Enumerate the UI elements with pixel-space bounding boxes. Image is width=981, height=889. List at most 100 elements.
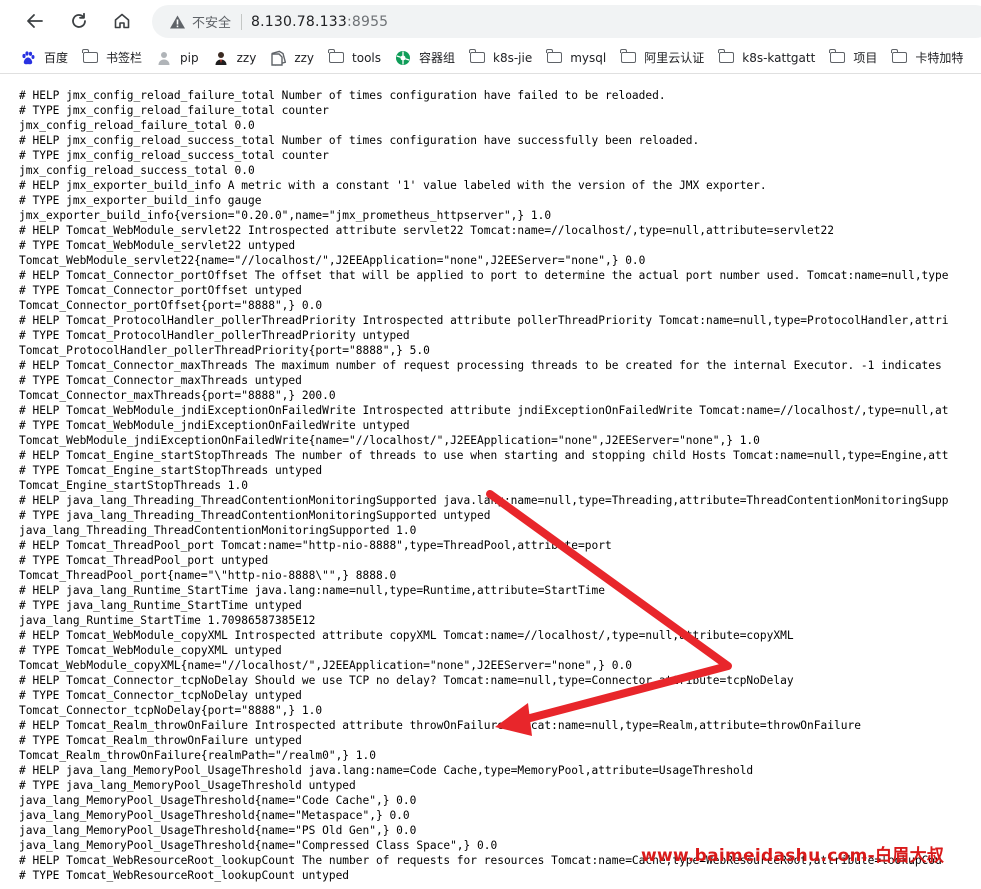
- metric-comment-line: # HELP jmx_config_reload_success_total N…: [19, 134, 700, 147]
- home-icon: [114, 13, 130, 29]
- metric-comment-line: # TYPE Tomcat_ThreadPool_port untyped: [19, 554, 269, 567]
- metric-value-line: Tomcat_Connector_portOffset{port="8888",…: [19, 299, 323, 312]
- bookmark-folder-katejiate[interactable]: 卡特加特: [885, 45, 971, 71]
- folder-icon: [718, 49, 734, 66]
- bookmark-label: k8s-kattgatt: [742, 50, 816, 65]
- back-arrow-icon: [27, 14, 43, 28]
- metric-comment-line: # HELP Tomcat_Connector_portOffset The o…: [19, 269, 949, 282]
- metric-value-line: jmx_config_reload_failure_total 0.0: [19, 119, 255, 132]
- security-label[interactable]: 不安全: [192, 12, 231, 31]
- metric-value-line: java_lang_MemoryPool_UsageThreshold{name…: [19, 809, 410, 822]
- metric-comment-line: # HELP Tomcat_WebModule_servlet22 Intros…: [19, 224, 834, 237]
- metric-value-line: Tomcat_ThreadPool_port{name="\"http-nio-…: [19, 569, 397, 582]
- metric-value-line: Tomcat_Connector_maxThreads{port="8888",…: [19, 389, 336, 402]
- metric-value-line: jmx_config_reload_success_total 0.0: [19, 164, 255, 177]
- bookmark-folder-mysql[interactable]: mysql: [540, 45, 614, 71]
- bookmark-page-icon: [270, 50, 287, 66]
- folder-icon: [81, 49, 98, 66]
- folder-icon: [829, 49, 845, 66]
- metric-value-line: Tomcat_ProtocolHandler_pollerThreadPrior…: [19, 344, 430, 357]
- metric-value-line: Tomcat_Engine_startStopThreads 1.0: [19, 479, 249, 492]
- metric-comment-line: # TYPE Tomcat_Connector_portOffset untyp…: [19, 284, 302, 297]
- address-bar[interactable]: 不安全 8.130.78.133:8955: [152, 5, 981, 38]
- bookmark-label: k8s-jie: [493, 50, 533, 65]
- warning-triangle-icon[interactable]: [168, 13, 186, 31]
- metric-comment-line: # TYPE Tomcat_Connector_maxThreads untyp…: [19, 374, 302, 387]
- home-button[interactable]: [109, 8, 135, 34]
- baidu-paw-icon: [20, 50, 36, 66]
- url-host[interactable]: 8.130.78.133: [251, 14, 347, 30]
- metric-comment-line: # TYPE java_lang_Threading_ThreadContent…: [19, 509, 491, 522]
- bookmark-label: 项目: [853, 51, 878, 65]
- bookmark-folder-k8s-kattgatt[interactable]: k8s-kattgatt: [712, 45, 823, 71]
- bookmark-label: tools: [352, 50, 381, 65]
- bookmark-label: zzy: [294, 50, 315, 65]
- metric-comment-line: # TYPE java_lang_Runtime_StartTime untyp…: [19, 599, 302, 612]
- metric-value-line: Tomcat_WebModule_copyXML{name="//localho…: [19, 659, 632, 672]
- metric-value-line: Tomcat_WebModule_jndiExceptionOnFailedWr…: [19, 434, 760, 447]
- bookmark-zzy-2[interactable]: zzy: [264, 45, 322, 71]
- metric-comment-line: # TYPE Tomcat_ProtocolHandler_pollerThre…: [19, 329, 410, 342]
- bookmark-pip[interactable]: pip: [150, 45, 207, 71]
- bookmark-label: 容器组: [419, 51, 456, 65]
- bookmark-folder-shuqianlan[interactable]: 书签栏: [76, 45, 150, 71]
- metric-comment-line: # HELP jmx_config_reload_failure_total N…: [19, 89, 666, 102]
- metric-comment-line: # HELP Tomcat_Connector_tcpNoDelay Shoul…: [19, 674, 794, 687]
- metric-comment-line: # HELP Tomcat_Realm_throwOnFailure Intro…: [19, 719, 861, 732]
- metrics-text: # HELP jmx_config_reload_failure_total N…: [0, 74, 981, 883]
- metric-value-line: Tomcat_Realm_throwOnFailure{realmPath="/…: [19, 749, 376, 762]
- watermark-text: www.baimeidashu.com-白眉大叔: [641, 846, 945, 866]
- metric-comment-line: # HELP Tomcat_ThreadPool_port Tomcat:nam…: [19, 539, 612, 552]
- metric-value-line: java_lang_MemoryPool_UsageThreshold{name…: [19, 794, 417, 807]
- metric-comment-line: # TYPE jmx_config_reload_success_total c…: [19, 149, 329, 162]
- metric-comment-line: # TYPE Tomcat_WebModule_jndiExceptionOnF…: [19, 419, 410, 432]
- page-content: # HELP jmx_config_reload_failure_total N…: [0, 74, 981, 889]
- avatar-icon: [213, 50, 229, 66]
- metric-comment-line: # HELP Tomcat_Engine_startStopThreads Th…: [19, 449, 949, 462]
- bookmark-folder-aliyun[interactable]: 阿里云认证: [614, 45, 712, 71]
- metric-comment-line: # TYPE Tomcat_Connector_tcpNoDelay untyp…: [19, 689, 302, 702]
- metric-comment-line: # TYPE Tomcat_WebResourceRoot_lookupCoun…: [19, 869, 350, 882]
- metric-comment-line: # HELP Tomcat_WebModule_jndiExceptionOnF…: [19, 404, 949, 417]
- metric-comment-line: # HELP java_lang_MemoryPool_UsageThresho…: [19, 764, 754, 777]
- metric-value-line: Tomcat_WebModule_servlet22{name="//local…: [19, 254, 646, 267]
- metric-value-line: jmx_exporter_build_info{version="0.20.0"…: [19, 209, 552, 222]
- bookmark-label: pip: [180, 50, 199, 65]
- bookmark-zzy-1[interactable]: zzy: [207, 45, 265, 71]
- bookmark-folder-k8s-jie[interactable]: k8s-jie: [463, 45, 540, 71]
- folder-icon: [327, 49, 344, 66]
- folder-icon: [468, 49, 485, 66]
- metric-comment-line: # HELP Tomcat_WebModule_copyXML Introspe…: [19, 629, 794, 642]
- reload-button[interactable]: [66, 8, 92, 34]
- metric-comment-line: # HELP jmx_exporter_build_info A metric …: [19, 179, 767, 192]
- bookmark-folder-xiangmu[interactable]: 项目: [823, 45, 885, 71]
- metric-value-line: java_lang_Runtime_StartTime 1.7098658738…: [19, 614, 316, 627]
- metric-value-line: java_lang_MemoryPool_UsageThreshold{name…: [19, 824, 417, 837]
- bookmark-label: zzy: [236, 50, 257, 65]
- metric-comment-line: # TYPE jmx_config_reload_failure_total c…: [19, 104, 329, 117]
- folder-icon: [546, 49, 562, 66]
- metric-comment-line: # TYPE jmx_exporter_build_info gauge: [19, 194, 262, 207]
- bookmark-label: 百度: [44, 51, 69, 65]
- bookmark-label: 卡特加特: [915, 51, 964, 65]
- metric-comment-line: # TYPE Tomcat_WebModule_copyXML untyped: [19, 644, 282, 657]
- metric-value-line: java_lang_Threading_ThreadContentionMoni…: [19, 524, 417, 537]
- bookmark-rongqizu[interactable]: 容器组: [389, 45, 463, 71]
- kubernetes-icon: [395, 50, 411, 66]
- bookmark-label: 阿里云认证: [644, 51, 705, 65]
- reload-icon: [72, 12, 86, 28]
- metric-comment-line: # HELP java_lang_Runtime_StartTime java.…: [19, 584, 605, 597]
- metric-comment-line: # TYPE java_lang_MemoryPool_UsageThresho…: [19, 779, 356, 792]
- back-button[interactable]: [22, 8, 48, 34]
- metric-comment-line: # HELP Tomcat_Connector_maxThreads The m…: [19, 359, 942, 372]
- browser-toolbar: 不安全 8.130.78.133:8955: [0, 0, 981, 42]
- bookmark-label: mysql: [570, 50, 607, 65]
- metric-comment-line: # HELP Tomcat_ProtocolHandler_pollerThre…: [19, 314, 949, 327]
- url-port[interactable]: :8955: [347, 14, 388, 30]
- metric-comment-line: # HELP java_lang_Threading_ThreadContent…: [19, 494, 949, 507]
- bookmark-baidu[interactable]: 百度: [14, 45, 76, 71]
- metric-value-line: Tomcat_Connector_tcpNoDelay{port="8888",…: [19, 704, 323, 717]
- folder-icon: [620, 49, 636, 66]
- metric-comment-line: # TYPE Tomcat_WebModule_servlet22 untype…: [19, 239, 296, 252]
- bookmark-folder-tools[interactable]: tools: [322, 45, 389, 71]
